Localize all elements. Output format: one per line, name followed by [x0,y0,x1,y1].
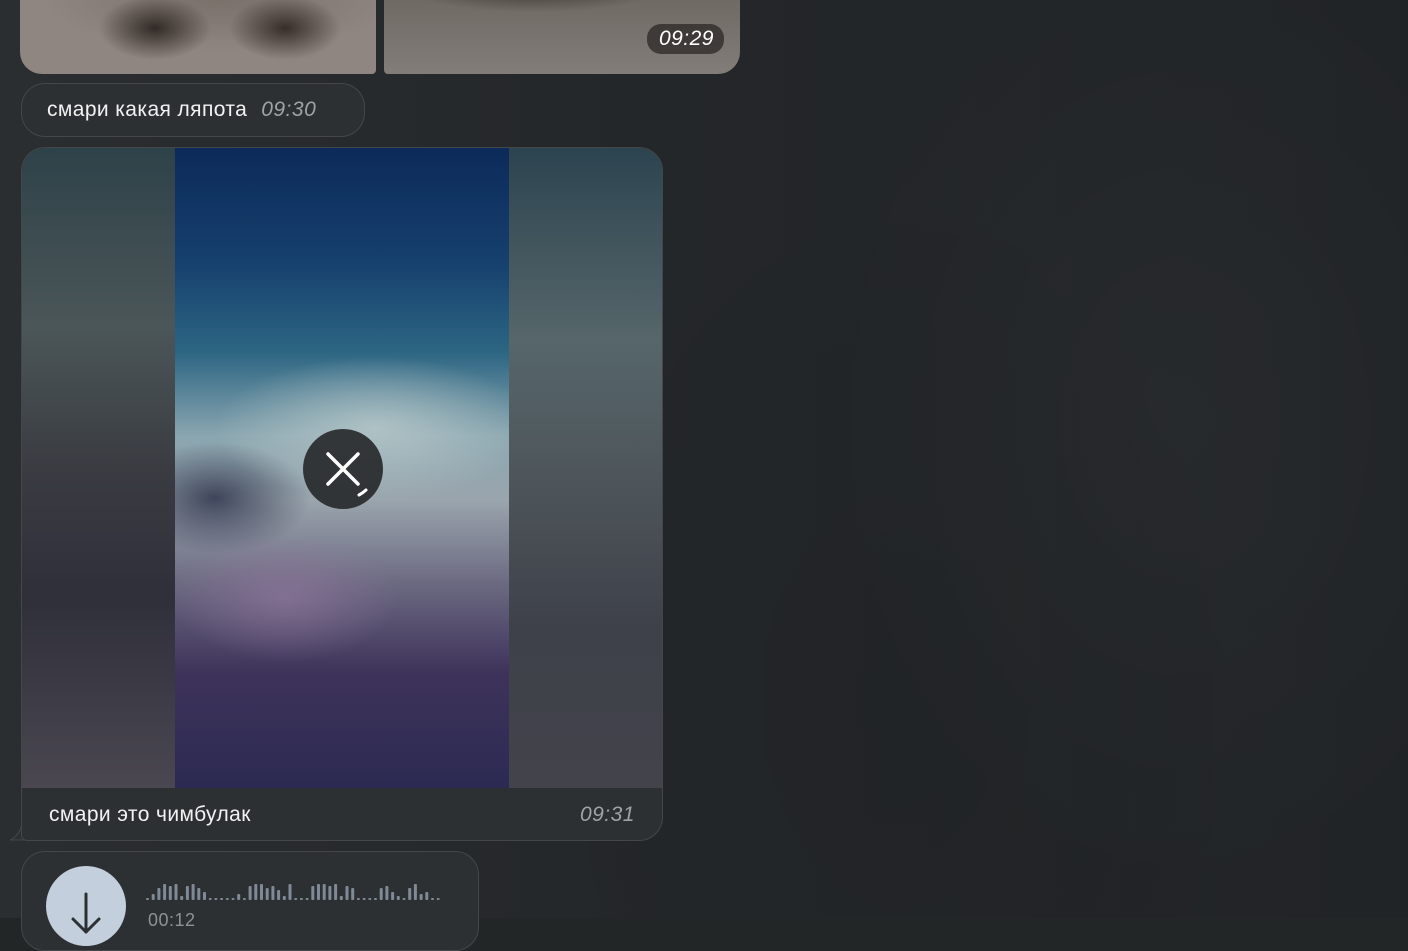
message-timestamp: 09:30 [261,98,317,121]
waveform-bar [419,894,423,900]
waveform-bar [334,884,338,900]
waveform-bar [305,898,309,900]
media-blur-right [509,148,662,788]
message-text: смари какая ляпота [47,98,248,121]
message-bubble-voice[interactable]: 00:12 [21,851,479,951]
waveform-bar [385,886,389,900]
waveform-bar [225,898,229,900]
waveform-bar [185,886,189,900]
waveform-bar [379,888,383,900]
close-icon [326,452,368,497]
waveform-bar [237,894,241,900]
waveform-bar [151,894,155,900]
waveform-bar [191,884,195,900]
waveform-bar [174,884,178,900]
arrow-down-icon [71,892,101,934]
media-caption: смари это чимбулак [49,803,251,826]
waveform-bar [339,896,343,900]
waveform-bar [425,892,429,900]
waveform-bar [391,892,395,900]
progress-arc [357,488,368,497]
voice-waveform[interactable] [146,876,446,902]
cancel-download-button[interactable] [303,429,383,509]
waveform-bar [203,892,206,900]
album-timestamp: 09:29 [646,24,724,54]
message-bubble-media[interactable]: смари это чимбулак 09:31 [21,147,663,841]
waveform-bar [242,898,246,900]
media-timestamp: 09:31 [579,803,635,826]
waveform-bar [345,886,349,900]
waveform-bar [220,898,224,900]
waveform-bar [413,884,417,900]
waveform-bar [197,888,201,900]
waveform-bar [431,898,434,900]
waveform-bar [277,890,281,900]
waveform-bar [328,886,332,900]
waveform-bar [322,884,326,900]
waveform-bar [408,888,412,900]
waveform-bar [311,886,315,900]
waveform-bar [231,898,235,900]
waveform-bar [436,898,440,900]
voice-duration: 00:12 [148,910,196,930]
waveform-bar [351,888,355,900]
waveform-bar [396,896,400,900]
waveform-bar [260,884,263,900]
album-photo-right[interactable]: 09:29 [384,0,740,74]
waveform-bar [282,896,286,900]
waveform-bar [374,898,377,900]
waveform-bar [163,884,167,900]
waveform-bar [294,898,298,900]
waveform-bar [317,884,320,900]
waveform-bar [402,898,406,900]
waveform-bar [254,884,258,900]
waveform-bar [180,896,184,900]
media-preview[interactable] [22,148,662,788]
waveform-bar [368,898,372,900]
waveform-bar [271,886,275,900]
waveform-bar [356,898,360,900]
waveform-bar [208,898,212,900]
waveform-bar [288,884,292,900]
waveform-bar [146,898,149,900]
waveform-bar [299,898,303,900]
waveform-bar [362,898,366,900]
album-photo-left[interactable] [20,0,376,74]
voice-download-button[interactable] [46,866,126,946]
message-bubble-text[interactable]: смари какая ляпота 09:30 [21,83,365,137]
waveform-bar [265,888,269,900]
media-blur-left [22,148,175,788]
waveform-bar [248,886,252,900]
waveform-bar [168,886,172,900]
waveform-bar [157,888,161,900]
waveform-bar [214,898,218,900]
